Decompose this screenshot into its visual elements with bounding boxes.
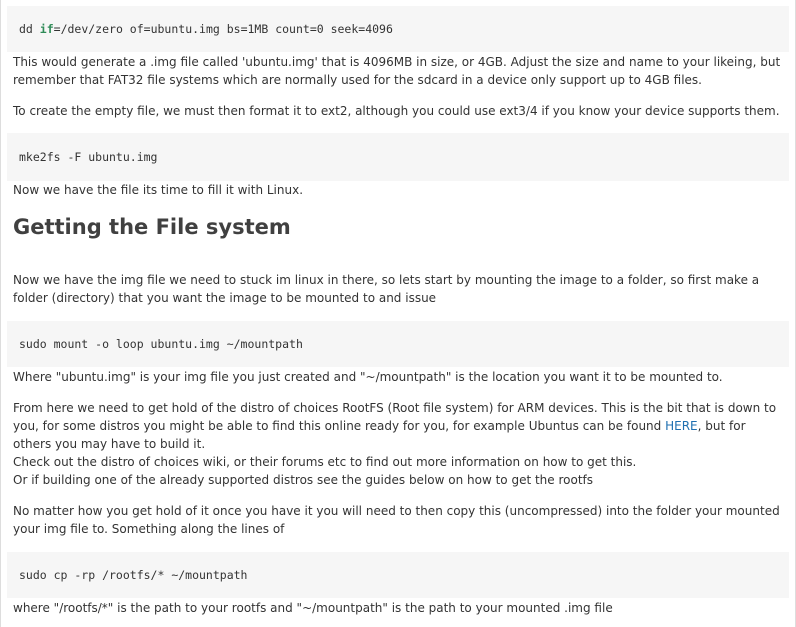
paragraph-text: Check out the distro of choices wiki, or… — [13, 455, 637, 469]
code-block-mke2fs: mke2fs -F ubuntu.img — [7, 133, 789, 181]
paragraph: This would generate a .img file called '… — [13, 55, 781, 87]
paragraph: No matter how you get hold of it once yo… — [13, 504, 780, 536]
paragraph: where "/rootfs/*" is the path to your ro… — [13, 601, 613, 615]
paragraph: Now we have the file its time to fill it… — [13, 183, 304, 197]
paragraph: From here we need to get hold of the dis… — [13, 399, 785, 489]
paragraph: To create the empty file, we must then f… — [13, 104, 780, 118]
paragraph: Now we have the img file we need to stuc… — [13, 273, 760, 305]
section-heading: Getting the File system — [13, 215, 291, 239]
code-block-cp: sudo cp -rp /rootfs/* ~/mountpath — [7, 552, 789, 598]
paragraph-text: From here we need to get hold of the dis… — [13, 401, 777, 433]
code-keyword: if — [39, 22, 54, 36]
paragraph: Where "ubuntu.img" is your img file you … — [13, 370, 723, 384]
code-block-mount: sudo mount -o loop ubuntu.img ~/mountpat… — [7, 321, 789, 367]
code-block-dd: dd if =/dev/zero of=ubuntu.img bs=1MB cou… — [7, 6, 789, 52]
paragraph-text: Or if building one of the already suppor… — [13, 473, 594, 487]
code-text: dd — [19, 22, 40, 36]
code-text: =/dev/zero of=ubuntu.img bs=1MB count=0 … — [53, 22, 393, 36]
article-content: dd if =/dev/zero of=ubuntu.img bs=1MB cou… — [0, 0, 796, 627]
here-link[interactable]: HERE — [665, 419, 698, 433]
